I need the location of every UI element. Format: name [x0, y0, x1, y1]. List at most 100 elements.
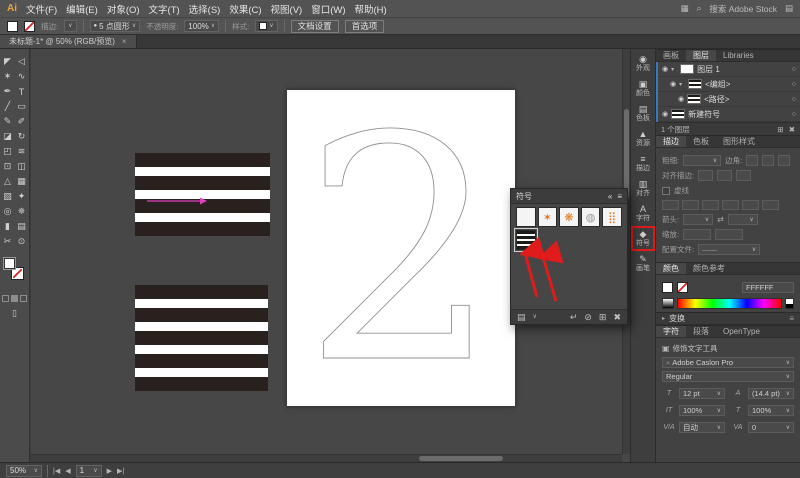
tab-color[interactable]: 颜色 — [656, 263, 686, 274]
fill-indicator[interactable] — [3, 257, 16, 270]
previous-artboard-icon[interactable]: ◀ — [65, 467, 70, 475]
symbol-sprayer-tool-icon[interactable]: ✵ — [15, 204, 29, 219]
artboard-tool-icon[interactable]: ▤ — [15, 219, 29, 234]
expand-icon[interactable]: ▾ — [679, 81, 685, 88]
zoom-dropdown[interactable]: 50% ∨ — [6, 464, 42, 477]
panel-icon-color[interactable]: ▣ 颜色 — [631, 76, 655, 101]
panel-icon-swatches[interactable]: ▤ 色板 — [631, 101, 655, 126]
layer-row[interactable]: ◉ ▾ 图层 1 ○ — [658, 62, 800, 77]
kerning-field[interactable]: 自动 ∨ — [679, 422, 725, 433]
panel-icon-character[interactable]: A 字符 — [631, 201, 655, 226]
panel-icon-assets[interactable]: ▲ 资源 — [631, 126, 655, 151]
font-style-dropdown[interactable]: Regular ∨ — [662, 371, 794, 382]
target-icon[interactable]: ○ — [792, 111, 796, 118]
menu-file[interactable]: 文件(F) — [26, 2, 57, 16]
dash-field[interactable] — [702, 200, 719, 210]
blend-tool-icon[interactable]: ◎ — [1, 204, 15, 219]
rainbow-spectrum[interactable] — [677, 298, 782, 309]
panel-icon-appearance[interactable]: ◉ 外观 — [631, 51, 655, 76]
menu-window[interactable]: 窗口(W) — [311, 2, 345, 16]
free-transform-tool-icon[interactable]: ⊡ — [1, 159, 15, 174]
hex-field[interactable]: FFFFFF — [742, 282, 794, 293]
target-icon[interactable]: ○ — [792, 96, 796, 103]
visibility-icon[interactable]: ◉ — [678, 95, 684, 103]
delete-layer-icon[interactable]: ✖ — [789, 125, 795, 134]
arrow-end-dropdown[interactable]: ∨ — [727, 214, 758, 225]
new-symbol-icon[interactable]: ⊞ — [599, 312, 607, 323]
symbol-thumb-stripes-selected[interactable] — [514, 228, 538, 252]
vertical-scale-field[interactable]: 100% ∨ — [679, 405, 725, 416]
arrow-scale-end-field[interactable] — [715, 229, 744, 240]
dashed-line-checkbox[interactable] — [662, 186, 670, 195]
gap-field[interactable] — [682, 200, 699, 210]
panel-menu-icon[interactable]: ≡ — [789, 314, 794, 323]
collapse-icon[interactable]: « — [608, 192, 612, 201]
fill-stroke-indicator[interactable] — [0, 255, 29, 291]
fill-proxy-swatch[interactable] — [662, 282, 673, 293]
paintbrush-tool-icon[interactable]: ✎ — [1, 114, 15, 129]
column-graph-tool-icon[interactable]: ▮ — [1, 219, 15, 234]
width-profile-dropdown[interactable]: —— ∨ — [698, 244, 761, 255]
gap-field[interactable] — [722, 200, 739, 210]
panel-icon-stroke[interactable]: ≡ 描边 — [631, 151, 655, 176]
transform-panel-header[interactable]: ▸ 变换 ≡ — [656, 312, 800, 325]
white-black-wells[interactable] — [785, 298, 794, 309]
artboard-nav-dropdown[interactable]: 1 ∨ — [75, 464, 102, 477]
rotate-tool-icon[interactable]: ↻ — [15, 129, 29, 144]
stroke-weight-dropdown[interactable]: ∨ — [64, 20, 77, 32]
lasso-tool-icon[interactable]: ∿ — [15, 69, 29, 84]
next-artboard-icon[interactable]: ▶ — [107, 467, 112, 475]
panel-icon-align[interactable]: ▥ 对齐 — [631, 176, 655, 201]
slice-tool-icon[interactable]: ✂ — [1, 234, 15, 249]
symbols-panel-header[interactable]: 符号 « ≡ — [511, 189, 627, 204]
brush-definition-dropdown[interactable]: ● 5 点圆形 ∨ — [89, 20, 141, 32]
eyedropper-tool-icon[interactable]: ✦ — [15, 189, 29, 204]
tab-character[interactable]: 字符 — [656, 326, 686, 337]
leading-field[interactable]: (14.4 pt) ∨ — [748, 388, 794, 399]
symbol-thumb-blank[interactable] — [516, 207, 536, 227]
draw-behind-icon[interactable] — [11, 295, 18, 302]
menu-edit[interactable]: 编辑(E) — [66, 2, 98, 16]
layer-row[interactable]: ◉ 新建符号 ○ — [658, 107, 800, 122]
font-size-field[interactable]: 12 pt ∨ — [679, 388, 725, 399]
bevel-join-button[interactable] — [778, 155, 791, 166]
shape-builder-tool-icon[interactable]: ◫ — [15, 159, 29, 174]
delete-symbol-icon[interactable]: ✖ — [613, 312, 621, 323]
tab-color-guide[interactable]: 颜色参考 — [686, 263, 732, 274]
tab-artboards[interactable]: 画板 — [656, 50, 686, 61]
scale-tool-icon[interactable]: ◰ — [1, 144, 15, 159]
new-layer-icon[interactable]: ⊞ — [777, 125, 783, 134]
type-tool-icon[interactable]: T — [15, 84, 29, 99]
symbol-thumb-dots[interactable]: ⣿ — [602, 207, 622, 227]
align-inside-button[interactable] — [717, 170, 733, 181]
miter-join-button[interactable] — [746, 155, 759, 166]
document-tab[interactable]: 未标题-1* @ 50% (RGB/预览) × — [0, 35, 137, 48]
tab-stroke[interactable]: 描边 — [656, 136, 686, 147]
document-setup-button[interactable]: 文档设置 — [290, 19, 339, 33]
symbol-libraries-icon[interactable]: ▤ — [517, 312, 526, 323]
break-link-icon[interactable]: ⊘ — [584, 312, 592, 323]
stroke-proxy-swatch[interactable] — [677, 282, 688, 293]
last-artboard-icon[interactable]: ▶| — [117, 467, 124, 475]
panel-icon-symbols[interactable]: ◆ 符号 — [631, 226, 655, 251]
horizontal-scrollbar-thumb[interactable] — [419, 456, 503, 461]
selection-tool-icon[interactable]: ◤ — [1, 54, 15, 69]
draw-normal-icon[interactable] — [2, 295, 9, 302]
layer-row[interactable]: ◉ <路径> ○ — [658, 92, 800, 107]
app-grid-icon[interactable]: ▤ — [785, 3, 793, 14]
stock-search-label[interactable]: 搜索 Adobe Stock — [709, 3, 777, 15]
direct-selection-tool-icon[interactable]: ◁ — [15, 54, 29, 69]
align-outside-button[interactable] — [736, 170, 752, 181]
tab-opentype[interactable]: OpenType — [716, 326, 767, 337]
stroke-weight-field[interactable]: ∨ — [683, 155, 722, 166]
target-icon[interactable]: ○ — [792, 66, 796, 73]
visibility-icon[interactable]: ◉ — [662, 110, 668, 118]
menu-view[interactable]: 视图(V) — [271, 2, 303, 16]
draw-inside-icon[interactable] — [20, 295, 27, 302]
panel-menu-icon[interactable]: ≡ — [617, 192, 622, 201]
color-spectrum[interactable] — [662, 298, 794, 309]
workspace-switcher-icon[interactable]: ▦ — [681, 3, 689, 14]
swap-arrowheads-icon[interactable]: ⇄ — [717, 215, 724, 224]
place-symbol-icon[interactable]: ↵ — [570, 312, 578, 323]
tab-swatches[interactable]: 色板 — [686, 136, 716, 147]
